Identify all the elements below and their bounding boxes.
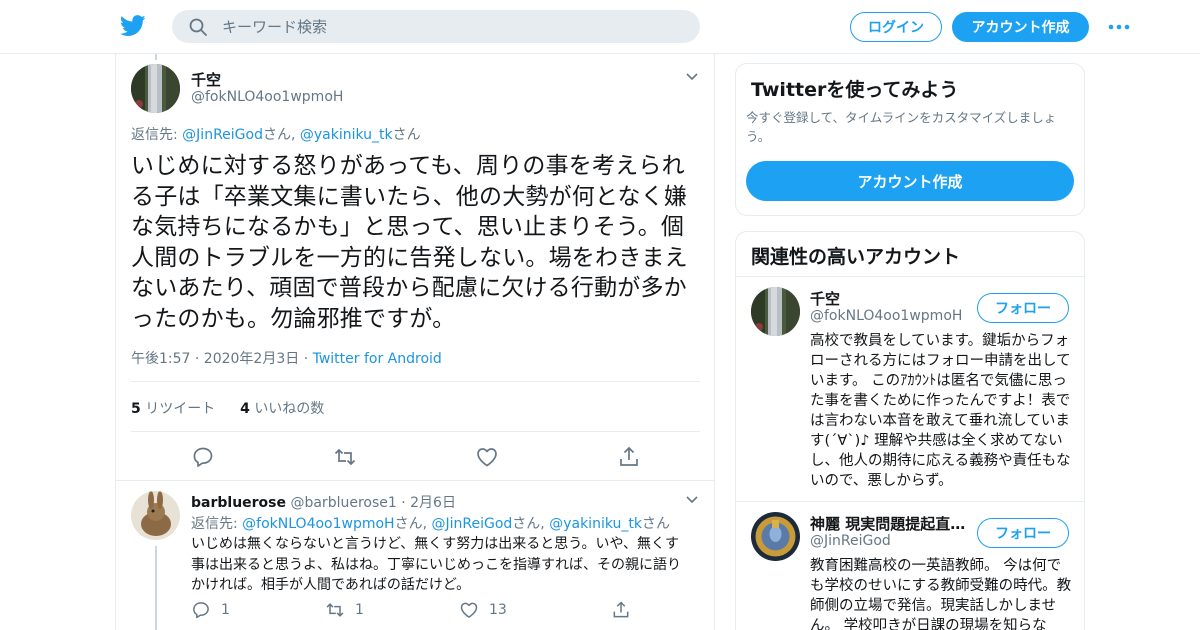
related-account-name[interactable]: 神麗 現実問題提起直… <box>810 513 970 534</box>
mention-link[interactable]: @yakiniku_tk <box>549 516 642 532</box>
related-account-handle[interactable]: @fokNLO4oo1wpmoH <box>810 308 962 324</box>
avatar[interactable] <box>751 287 800 336</box>
tweet-timestamp: 午後1:57 · 2020年2月3日 · Twitter for Android <box>131 348 442 368</box>
search-bar[interactable] <box>172 10 700 43</box>
retweet-icon <box>326 603 344 617</box>
retweet-icon[interactable] <box>333 445 357 469</box>
share-icon <box>613 601 629 618</box>
search-icon <box>189 18 207 36</box>
retweet-count: 5 <box>131 401 141 417</box>
author-handle[interactable]: @fokNLO4oo1wpmoH <box>191 89 343 105</box>
share-action[interactable] <box>611 600 631 620</box>
reply-action[interactable]: 1 <box>191 600 230 620</box>
replying-to-line: 返信先: @JinReiGodさん, @yakiniku_tkさん <box>131 124 421 144</box>
retweet-count: 1 <box>355 602 364 618</box>
related-account-bio: 高校で教員をしています。鍵垢からフォローされる方にはフォロー申請を出しています。… <box>810 333 1071 489</box>
tweet-column: 千空 @fokNLO4oo1wpmoH 返信先: @JinReiGodさん, @… <box>115 54 715 630</box>
mention-link[interactable]: @JinReiGod <box>432 516 513 532</box>
mention-link[interactable]: @fokNLO4oo1wpmoH <box>242 516 394 532</box>
more-options-icon[interactable] <box>1107 17 1131 37</box>
signup-button[interactable]: アカウント作成 <box>952 12 1089 42</box>
meta-dot: · <box>303 351 309 367</box>
reply-prefix: 返信先: <box>131 127 183 143</box>
like-action[interactable]: 13 <box>459 600 507 620</box>
avatar[interactable] <box>131 491 180 540</box>
avatar[interactable] <box>131 64 180 113</box>
top-nav-bar: ログイン アカウント作成 <box>0 0 1200 54</box>
signup-card-description: 今すぐ登録して、タイムラインをカスタマイズしましょう。 <box>746 110 1057 144</box>
reply-separator: , <box>290 127 300 143</box>
reply-suffix: さん <box>262 127 291 143</box>
signup-card-title: Twitterを使ってみよう <box>751 79 959 101</box>
chevron-down-icon[interactable] <box>685 71 699 81</box>
divider <box>736 501 1084 502</box>
signup-card-button[interactable]: アカウント作成 <box>746 161 1074 201</box>
twitter-bird-logo-icon[interactable] <box>120 14 146 38</box>
author-name[interactable]: 千空 <box>191 69 221 90</box>
reply-actions: 1 1 13 <box>191 600 651 620</box>
signup-card: Twitterを使ってみよう 今すぐ登録して、タイムラインをカスタマイズしましょ… <box>735 63 1085 216</box>
reply-prefix: 返信先: <box>191 516 243 532</box>
tweet-source-link[interactable]: Twitter for Android <box>313 351 442 367</box>
like-count: 13 <box>489 602 507 618</box>
related-account-name[interactable]: 千空 <box>810 288 970 309</box>
divider <box>736 276 1084 277</box>
retweet-stat[interactable]: 5 リツイート <box>131 401 215 417</box>
thread-connector-line <box>155 546 157 630</box>
share-icon[interactable] <box>617 445 641 469</box>
reply-suffix: さん <box>392 127 421 143</box>
reply-author-handle[interactable]: @barbluerose1 <box>290 495 396 511</box>
replying-to-line: 返信先: @fokNLO4oo1wpmoHさん, @JinReiGodさん, @… <box>191 513 670 533</box>
reply-suffix: さん <box>641 516 670 532</box>
tweet-time[interactable]: 午後1:57 · 2020年2月3日 <box>131 351 299 367</box>
mention-link[interactable]: @yakiniku_tk <box>300 127 393 143</box>
reply-text: いじめは無くならないと言うけど、無くす努力は出来ると思う。いや、無くす事は出来る… <box>191 536 681 593</box>
reply-author-name[interactable]: barbluerose <box>191 495 286 511</box>
related-account-bio: 教育困難高校の一英語教師。 今は何でも学校のせいにする教師受難の時代。教師側の立… <box>810 558 1072 630</box>
reply-suffix: さん <box>512 516 541 532</box>
mention-link[interactable]: @JinReiGod <box>182 127 263 143</box>
reply-date[interactable]: · 2月6日 <box>401 495 456 511</box>
like-heart-icon <box>460 602 478 618</box>
tweet-separator <box>116 480 714 481</box>
reply-suffix: さん <box>394 516 423 532</box>
divider <box>131 381 700 382</box>
tweet-actions <box>191 445 651 469</box>
tweet-stats: 5 リツイート 4 いいねの数 <box>131 398 324 418</box>
search-input[interactable] <box>222 10 682 43</box>
retweet-stat-label: リツイート <box>145 401 216 417</box>
reply-count: 1 <box>221 602 230 618</box>
retweet-action[interactable]: 1 <box>325 600 364 620</box>
tweet-text: いじめに対する怒りがあっても、周りの事を考えられる子は「卒業文集に書いたら、他の… <box>131 153 688 332</box>
reply-icon[interactable] <box>191 445 215 469</box>
reply-separator: , <box>540 516 550 532</box>
related-account-handle[interactable]: @JinReiGod <box>810 533 891 549</box>
login-button[interactable]: ログイン <box>850 12 942 42</box>
follow-button[interactable]: フォロー <box>977 293 1069 323</box>
reply-icon <box>193 602 209 619</box>
like-stat-label: いいねの数 <box>254 401 325 417</box>
reply-header: barbluerose @barbluerose1 · 2月6日 <box>191 492 456 512</box>
avatar[interactable] <box>751 512 800 561</box>
like-stat[interactable]: 4 いいねの数 <box>240 401 324 417</box>
like-heart-icon[interactable] <box>475 445 499 469</box>
related-accounts-title: 関連性の高いアカウント <box>751 246 961 268</box>
like-count: 4 <box>240 401 250 417</box>
thread-connector-line <box>155 54 157 60</box>
related-accounts-card: 関連性の高いアカウント 千空 @fokNLO4oo1wpmoH フォロー 高校で… <box>735 231 1085 630</box>
chevron-down-icon[interactable] <box>685 494 699 504</box>
divider <box>131 431 700 432</box>
reply-separator: , <box>422 516 432 532</box>
follow-button[interactable]: フォロー <box>977 518 1069 548</box>
